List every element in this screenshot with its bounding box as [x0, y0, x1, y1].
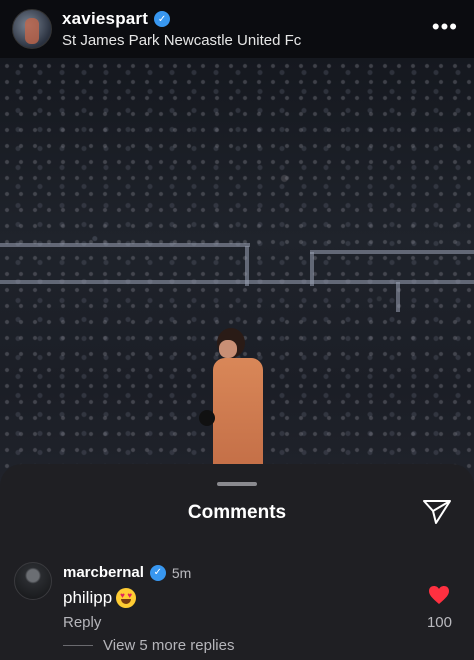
player-figure: [199, 328, 275, 468]
post-header: xaviespart ✓ St James Park Newcastle Uni…: [0, 0, 474, 58]
stand-rail: [310, 250, 474, 254]
verified-badge-icon: ✓: [154, 11, 171, 27]
like-count: 100: [426, 614, 452, 631]
comment-body: philipp: [63, 588, 113, 607]
replies-divider: [63, 645, 93, 646]
comment-text: philipp: [63, 588, 137, 608]
view-replies-label: View 5 more replies: [103, 637, 235, 654]
stand-rail: [0, 280, 474, 284]
heart-icon[interactable]: [428, 585, 450, 605]
rail-post: [310, 252, 314, 286]
stand-rail: [0, 243, 250, 247]
profile-avatar[interactable]: [12, 9, 52, 49]
username-row: xaviespart ✓: [62, 9, 301, 29]
view-replies-button[interactable]: View 5 more replies: [63, 637, 234, 654]
rail-post: [396, 282, 400, 312]
post-header-text: xaviespart ✓ St James Park Newcastle Uni…: [62, 9, 301, 49]
verified-badge-icon: ✓: [149, 564, 166, 581]
comment-time: 5m: [171, 564, 192, 581]
comments-sheet: Comments marcbernal ✓ 5m philipp Reply V…: [0, 464, 474, 660]
post-location[interactable]: St James Park Newcastle United Fc: [62, 32, 301, 49]
post-username[interactable]: xaviespart: [62, 9, 148, 29]
commenter-avatar[interactable]: [14, 562, 52, 600]
sheet-drag-handle[interactable]: [217, 482, 257, 486]
share-icon[interactable]: [422, 499, 452, 525]
commenter-username[interactable]: marcbernal: [63, 564, 144, 581]
reply-button[interactable]: Reply: [63, 614, 101, 631]
comment-meta: marcbernal ✓ 5m: [63, 564, 191, 581]
heart-eyes-emoji: [116, 588, 137, 608]
more-options-icon[interactable]: •••: [432, 14, 458, 40]
comments-title: Comments: [187, 502, 287, 523]
rail-post: [245, 246, 249, 286]
